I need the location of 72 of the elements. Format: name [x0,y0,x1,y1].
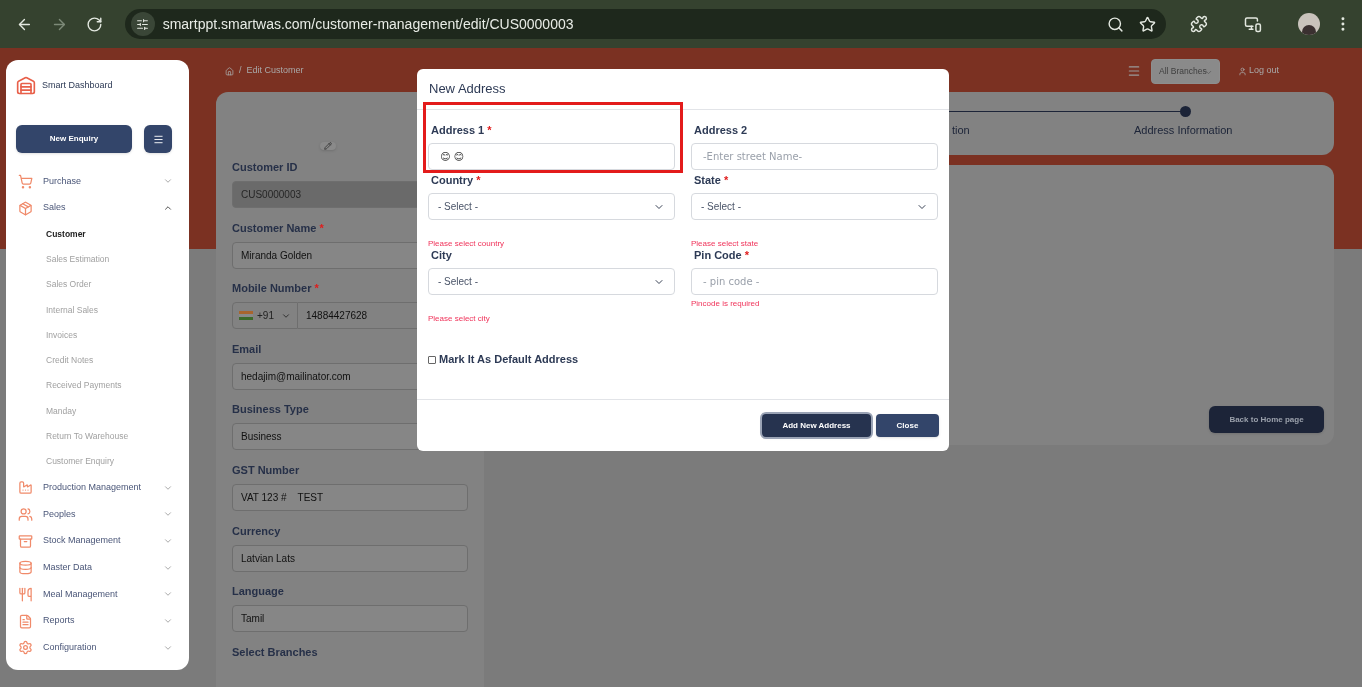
sidebar-item[interactable]: Stock Management [16,527,173,555]
user-icon [1237,66,1247,76]
breadcrumb-item: Edit Customer [246,64,304,78]
sidebar-item[interactable]: Master Data [16,554,173,582]
sidebar-item[interactable]: Purchase [16,168,173,195]
breadcrumb-separator: / [239,64,242,78]
people-icon [18,506,33,522]
field-label: GST Number [232,462,300,477]
sidebar-item[interactable]: Production Management [16,474,173,502]
input-field[interactable]: -Enter street Name- [691,143,938,170]
address-bar[interactable]: smartppt.smartwas.com/customer-management/edit/CUS0000003 [124,9,1167,39]
field-label: Currency [232,523,281,538]
step-label: Address Information [1134,123,1233,138]
bookmark-star-icon[interactable] [1139,15,1157,33]
archive-icon [18,533,33,549]
dialog-button[interactable]: Close [876,414,939,437]
sidebar-item[interactable]: Reports [16,607,173,635]
logout-link[interactable]: Log out [1237,64,1279,78]
country-code-select[interactable]: +91 [232,302,298,330]
error-message: Please select state [691,238,760,250]
site-settings-icon[interactable] [130,12,155,36]
error-message: Pincode is required [691,298,761,310]
reload-icon[interactable] [85,15,103,33]
select-field[interactable]: - Select - [691,193,938,220]
brand-name: Smart Dashboard [42,79,113,93]
logo-icon [16,76,36,96]
field-label: Language [232,584,284,599]
field-label: Select Branches [232,644,318,659]
field-label: State * [694,173,729,187]
sidebar-item[interactable]: Peoples [16,501,173,528]
sidebar-item[interactable]: Sales [16,194,173,222]
cart-icon [18,173,33,189]
url-text: smartppt.smartwas.com/customer-management/edit/CUS0000003 [162,14,574,34]
back-home-button[interactable]: Back to Home page [1209,406,1324,433]
field-label: Customer ID [232,160,298,174]
sidebar-item[interactable]: Configuration [16,634,173,662]
input-field[interactable]: Latvian Lats [232,544,468,572]
select-field[interactable]: - Select - [428,193,675,220]
select-field[interactable]: - Select - [428,268,675,295]
menu-icon[interactable] [1126,64,1141,78]
factory-icon [18,480,33,496]
branch-select[interactable]: All Branches [1150,58,1220,84]
flag-icon [239,311,253,321]
field-label: Mobile Number * [232,281,319,296]
profile-avatar[interactable] [1298,13,1321,35]
database-icon [18,560,33,576]
gear-icon [18,640,33,656]
sidebar-item[interactable]: Meal Management [16,581,173,608]
step-label: tion [952,123,970,138]
field-label: Business Type [232,402,309,417]
new-enquiry-button[interactable]: New Enquiry [16,125,132,153]
extensions-icon[interactable] [1190,15,1209,33]
document-icon [18,613,33,629]
field-label: Customer Name * [232,220,324,235]
field-label: Pin Code * [694,248,749,262]
field-label: Address 1 * [431,123,492,137]
utensils-icon [18,586,33,602]
pencil-icon [324,142,332,150]
home-icon[interactable] [225,66,234,76]
menu-button[interactable] [144,125,172,153]
submenu-item[interactable]: Customer [16,221,173,247]
zoom-icon[interactable] [1107,15,1125,33]
field-label: Email [232,341,262,356]
input-field[interactable]: 😊 😊 [428,143,675,170]
input-field[interactable]: VAT 123 # TEST [232,483,468,511]
input-field[interactable]: - pin code - [691,268,938,295]
dialog-button[interactable]: Add New Address [762,414,871,437]
field-label: Address 2 [694,123,748,137]
package-icon [18,200,33,216]
menu-icon [152,133,164,145]
input-field[interactable]: Tamil [232,605,468,633]
field-label: City [431,248,452,262]
